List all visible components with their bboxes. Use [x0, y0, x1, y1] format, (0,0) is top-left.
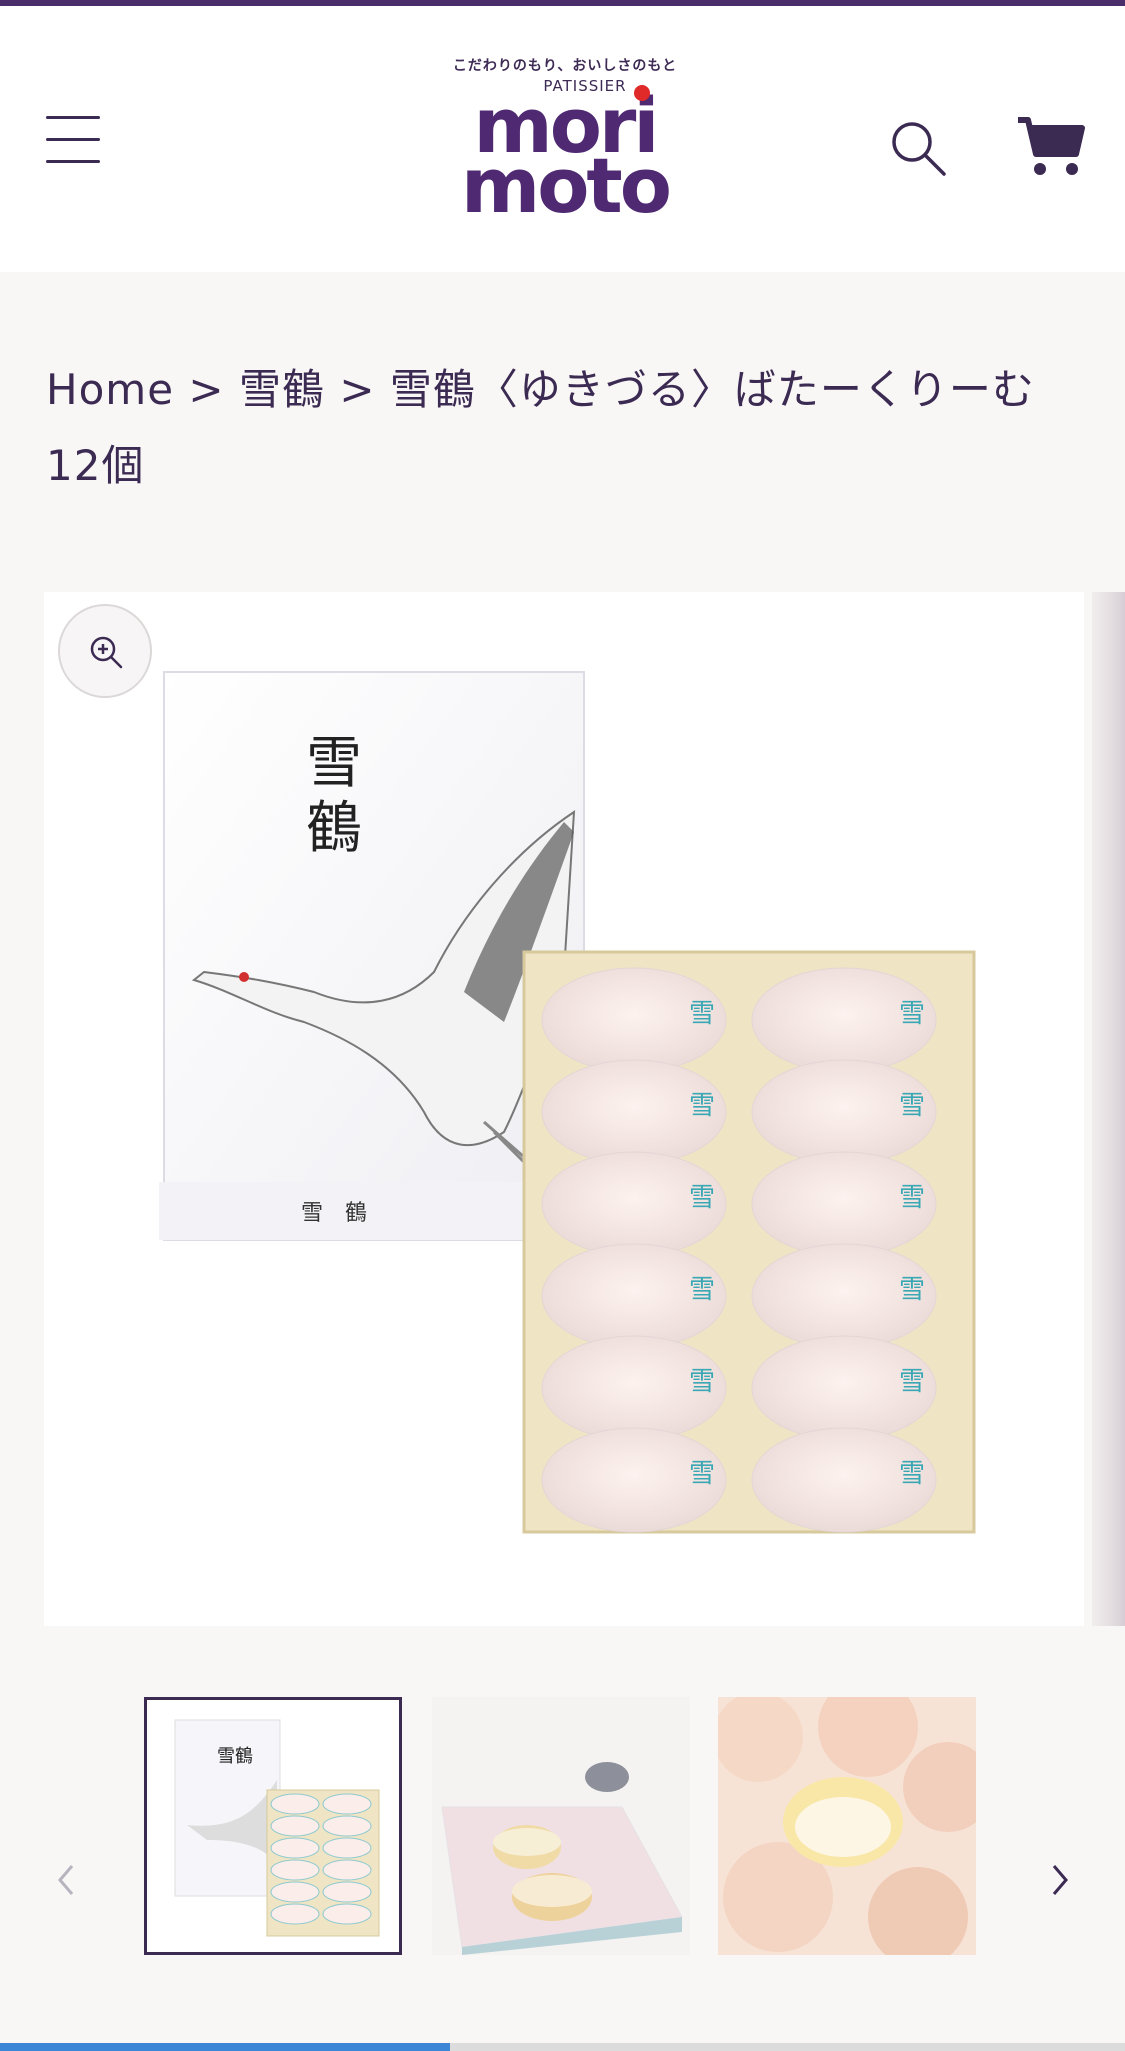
- thumb-cake: [270, 1903, 320, 1925]
- thumb-cake: [270, 1815, 320, 1837]
- thumb-cake: [322, 1903, 372, 1925]
- thumb-cake: [322, 1793, 372, 1815]
- cake-wrapper-mark: 雪: [689, 1367, 715, 1397]
- thumbnail-1[interactable]: 雪鶴: [144, 1697, 402, 1955]
- thumbnail-image: [718, 1697, 976, 1955]
- cake-wrapper-mark: 雪: [899, 1183, 925, 1213]
- thumbnail-image: 雪鶴: [147, 1700, 399, 1952]
- thumbnail-image: [432, 1697, 690, 1955]
- thumb-cake: [270, 1837, 320, 1859]
- thumb-cake: [322, 1837, 372, 1859]
- chevron-right-icon: [1052, 1865, 1068, 1895]
- breadcrumb: Home > 雪鶴 > 雪鶴〈ゆきづる〉ばたーくりーむ12個: [46, 352, 1066, 504]
- thumbnail-next-button[interactable]: [1040, 1850, 1080, 1910]
- cake-wrapper-mark: 雪: [899, 1275, 925, 1305]
- breadcrumb-separator: >: [188, 365, 225, 414]
- box-bottom-text: 雪 鶴: [301, 1201, 367, 1226]
- slider-progress-fill: [0, 2043, 450, 2051]
- logo-tagline: こだわりのもり、おいしさのもと: [452, 58, 678, 74]
- cart-button[interactable]: [1016, 114, 1086, 178]
- thumbnail-3[interactable]: [718, 1697, 976, 1955]
- chevron-left-icon: [58, 1865, 74, 1895]
- breadcrumb-home[interactable]: Home: [46, 365, 174, 414]
- cake-wrapper-mark: 雪: [689, 1183, 715, 1213]
- next-slide-peek[interactable]: [1092, 592, 1125, 1626]
- cake-wrapper-mark: 雪: [899, 999, 925, 1029]
- thumb-cake: [322, 1815, 372, 1837]
- thumbnail-prev-button[interactable]: [46, 1850, 86, 1910]
- logo-dot: [634, 85, 650, 101]
- cake-wrapper-mark: 雪: [899, 1367, 925, 1397]
- cake-wrapper-mark: 雪: [689, 1275, 715, 1305]
- thumb-cake: [322, 1881, 372, 1903]
- thumb-cake: [322, 1859, 372, 1881]
- cart-icon: [1018, 117, 1085, 175]
- search-button[interactable]: [888, 118, 948, 178]
- breadcrumb-separator: >: [339, 365, 376, 414]
- search-icon: [892, 122, 946, 176]
- site-header: こだわりのもり、おいしさのもと PATISSIER mori moto: [0, 6, 1125, 272]
- thumb-cake: [270, 1793, 320, 1815]
- logo-word-bottom: moto: [461, 141, 672, 230]
- thumbnail-2[interactable]: [432, 1697, 690, 1955]
- thumb-box-title: 雪鶴: [217, 1746, 253, 1767]
- menu-icon: [46, 116, 100, 119]
- breadcrumb-category[interactable]: 雪鶴: [239, 365, 325, 414]
- box-title-top: 雪: [306, 731, 362, 796]
- zoom-in-icon: [90, 636, 123, 669]
- thumb-cake: [270, 1859, 320, 1881]
- cake-wrapper-mark: 雪: [899, 1091, 925, 1121]
- cake-wrapper-mark: 雪: [899, 1459, 925, 1489]
- cake-wrapper-mark: 雪: [689, 1091, 715, 1121]
- cake-wrapper-mark: 雪: [689, 999, 715, 1029]
- product-main-image[interactable]: 雪 鶴 雪 鶴 雪雪雪雪雪雪雪雪雪雪雪雪: [44, 592, 1084, 1626]
- product-photo: 雪 鶴 雪 鶴 雪雪雪 雪雪 雪雪 雪雪 雪雪雪: [159, 671, 976, 1534]
- menu-button[interactable]: [44, 110, 104, 170]
- zoom-button[interactable]: [58, 604, 152, 698]
- thumb-cake: [270, 1881, 320, 1903]
- box-title-bottom: 鶴: [306, 796, 362, 861]
- cake-wrapper-mark: 雪: [689, 1459, 715, 1489]
- site-logo[interactable]: こだわりのもり、おいしさのもと PATISSIER mori moto: [440, 56, 690, 236]
